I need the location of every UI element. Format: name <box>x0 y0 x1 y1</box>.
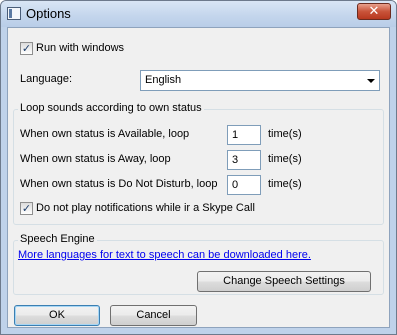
run-with-windows-label[interactable]: Run with windows <box>36 42 124 54</box>
title-bar[interactable]: Options ✕ <box>1 1 396 27</box>
dnd-loop-label: When own status is Do Not Disturb, loop <box>20 178 218 190</box>
download-languages-link[interactable]: More languages for text to speech can be… <box>18 249 311 261</box>
change-speech-settings-button[interactable]: Change Speech Settings <box>197 271 371 292</box>
close-icon: ✕ <box>368 4 380 19</box>
options-window: Options ✕ ✓ Run with windows Language: E… <box>0 0 397 335</box>
language-label: Language: <box>20 73 72 85</box>
available-loop-label: When own status is Available, loop <box>20 128 190 140</box>
app-icon <box>7 7 21 20</box>
language-select[interactable]: English <box>140 70 380 91</box>
checkmark-icon: ✓ <box>21 42 32 55</box>
available-loop-value: 1 <box>232 129 239 141</box>
loop-sounds-group-title: Loop sounds according to own status <box>18 102 204 114</box>
dnd-loop-input[interactable]: 0 <box>227 175 261 195</box>
cancel-button[interactable]: Cancel <box>110 305 197 326</box>
away-loop-label: When own status is Away, loop <box>20 153 171 165</box>
ok-button[interactable]: OK <box>14 305 100 326</box>
away-loop-input[interactable]: 3 <box>227 150 261 170</box>
dialog-body: ✓ Run with windows Language: English Loo… <box>7 27 390 328</box>
available-loop-input[interactable]: 1 <box>227 125 261 145</box>
checkmark-icon: ✓ <box>21 202 32 215</box>
speech-engine-group-title: Speech Engine <box>18 233 97 245</box>
close-button[interactable]: ✕ <box>357 3 391 20</box>
dnd-loop-unit: time(s) <box>268 178 302 190</box>
run-with-windows-checkbox[interactable]: ✓ <box>20 42 33 55</box>
dnd-loop-value: 0 <box>232 179 239 191</box>
away-loop-unit: time(s) <box>268 153 302 165</box>
chevron-down-icon[interactable] <box>367 79 375 83</box>
available-loop-unit: time(s) <box>268 128 302 140</box>
window-title: Options <box>26 6 71 21</box>
skype-call-label[interactable]: Do not play notifications while ir a Sky… <box>36 202 255 214</box>
away-loop-value: 3 <box>232 154 239 166</box>
language-value: English <box>145 74 182 86</box>
skype-call-checkbox[interactable]: ✓ <box>20 202 33 215</box>
